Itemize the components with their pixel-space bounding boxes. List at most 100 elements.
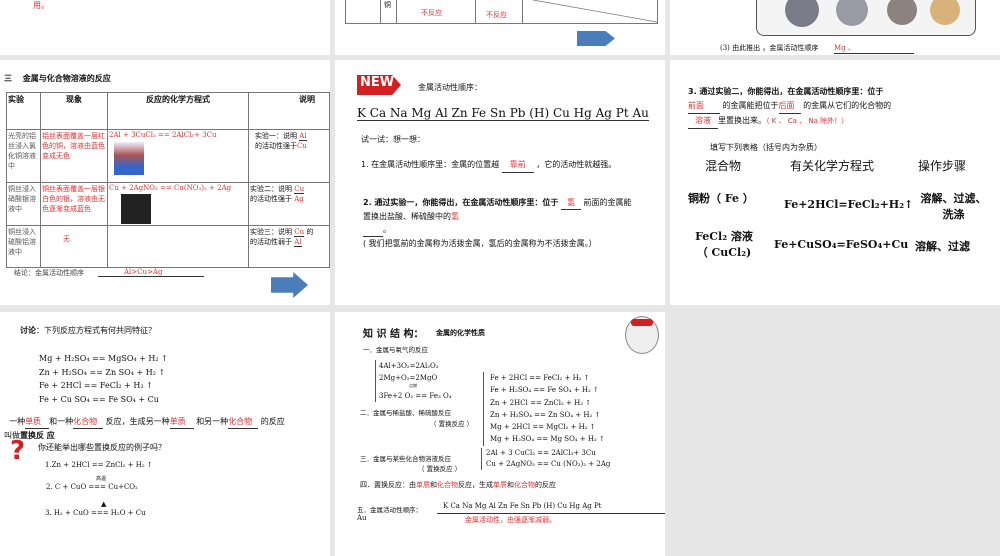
question-text: 里置换出来。 — [718, 116, 766, 125]
slide-top-left[interactable]: 用。 — [0, 0, 330, 55]
series-tail: Au — [357, 514, 367, 522]
slide-top-middle[interactable]: 铜 不反应 不反应 — [335, 0, 665, 55]
answer: Al — [299, 132, 307, 141]
question-1: 1. 在金属活动性顺序里：金属的位置越 靠前 ，它的活动性就越强。 — [361, 158, 631, 173]
table-row: 铜丝浸入硫酸铝溶液中 无 实验三：说明 Cu 的的活动性弱于 Al — [6, 225, 330, 268]
phenomenon-cell: 铜丝表面覆盖一层银白色的银，溶液由无色逐渐变成蓝色 — [40, 182, 108, 226]
header: 反应的化学方程式 — [107, 92, 249, 130]
next-arrow-icon[interactable] — [271, 272, 308, 298]
exception-note: （ K 、 Ca 、 Na 除外！） — [766, 117, 849, 125]
no-react: 不反应 — [421, 9, 442, 17]
equation: Fe + 2HCl == FeCl₂ + H₂ ↑ — [490, 374, 590, 382]
answer: Mg 、 — [834, 43, 914, 54]
equation: Fe + Cu SO₄ == Fe SO₄ + Cu — [39, 394, 159, 404]
answer: Ag — [294, 195, 304, 203]
note-cell: 实验一：说明 Al 的活动性强于Cu — [248, 129, 330, 183]
equation: Fe + H₂SO₄ == Fe SO₄ + H₂ ↑ — [490, 386, 599, 395]
slide-title: 金属活动性顺序： — [418, 83, 482, 92]
slide-activity-series[interactable]: NEW 金属活动性顺序： K Ca Na Mg Al Zn Fe Sn Pb (… — [335, 60, 665, 305]
equation-cell: Cu + 2AgNO₃ == Cu(NO₃)₂ + 2Ag — [107, 182, 249, 226]
section: 三．金属与某些化合物溶液反应 — [360, 455, 451, 463]
discussion-title: 讨论：下列反应方程式有何共同特征？ — [20, 325, 156, 336]
header: 说明 — [248, 92, 330, 130]
phenomenon-cell: 无 — [40, 225, 108, 268]
answer: Al — [294, 238, 302, 247]
cartoon-metals-image — [756, 0, 976, 36]
section-note: （ 置换反应 ） — [418, 465, 462, 473]
equation: Cu + 2AgNO₃ == Cu (NO₃)₂ + 2Ag — [486, 460, 611, 468]
cell-label: 铜 — [384, 1, 391, 9]
note: 实验一：说明 — [255, 132, 297, 140]
equation: Fe + 2HCl == FeCl₂ + H₂ ↑ — [39, 381, 153, 390]
question-text: 2. 通过实验一，你能得出，在金属活动性顺序里：位于 — [363, 198, 559, 207]
slide-subtitle: 金属的化学性质 — [436, 329, 485, 337]
table-title: 填写下列表格（括号内为杂质） — [710, 143, 822, 152]
question-text: 3. 通过实验二，你能得出，在金属活动性顺序里：位于 — [688, 87, 884, 96]
equation: 4Al+3O₂=2Al₂O₃ — [379, 362, 439, 370]
question-text: ，它的活动性就越强。 — [536, 160, 617, 169]
equation: Mg + 2HCl == MgCl₂ + H₂ ↑ — [490, 423, 596, 432]
cell: FeCl₂ 溶液（ CuCl₂) — [695, 230, 753, 259]
note: 的活动性弱于 — [250, 238, 292, 246]
note: 的活动性强于 — [250, 195, 292, 203]
note: 实验三：说明 — [250, 228, 292, 236]
slide-experiment-2[interactable]: 3. 通过实验二，你能得出，在金属活动性顺序里：位于前面 的金属能把位于后面 的… — [670, 60, 1000, 305]
note-cell: 实验二：说明 Cu 的活动性强于 Ag — [248, 182, 330, 226]
equation: 3Fe+2 O₂ == Fe₃ O₄ — [379, 392, 452, 400]
slide-knowledge-structure[interactable]: 知 识 结 构： 金属的化学性质 一．金属与氧气的反应 4Al+3O₂=2Al₂… — [335, 312, 665, 556]
slide-metal-solution[interactable]: 三 金属与化合物溶液的反应 实验 现象 反应的化学方程式 说明 光亮的铝丝浸入氯… — [0, 60, 330, 305]
example: 1.Zn + 2HCl == ZnCl₂ + H₂ ↑ — [45, 461, 153, 469]
header: 混合物 — [705, 159, 742, 173]
salt-equations: 2Al + 3 CuCl₂ == 2AlCl₃+ 3Cu Cu + 2AgNO₃ … — [481, 448, 610, 470]
question-text: 1. 在金属活动性顺序里：金属的位置越 — [361, 160, 500, 169]
equation: Zn + 2HCl == ZnCl₂ + H₂ ↑ — [490, 398, 592, 407]
header: 操作步骤 — [918, 159, 967, 173]
question-2: 2. 通过实验一，你能得出，在金属活动性顺序里：位于 氢 前面的金属能置换出盐酸… — [363, 196, 633, 250]
cell: Fe+2HCl=FeCl₂+H₂↑ — [784, 198, 914, 211]
series-note: 金属活动性，由强逐渐减弱。 — [465, 516, 556, 524]
cell: 溶解、过滤 — [915, 240, 970, 253]
table-row: 铜丝浸入硝酸银溶液中 铜丝表面覆盖一层银白色的银，溶液由无色逐渐变成蓝色 Cu … — [6, 182, 330, 226]
phenomenon-cell: 铝丝表面覆盖一层红色的铜，溶液由蓝色变成无色 — [40, 129, 108, 183]
slide-discussion[interactable]: 讨论：下列反应方程式有何共同特征？ Mg + H₂SO₄ == MgSO₄ + … — [0, 312, 330, 556]
heat-triangle-icon: ▲ — [101, 500, 107, 508]
series-arrow — [437, 513, 665, 514]
answer: 前面 — [688, 99, 720, 114]
section: 二．金属与稀盐酸、稀硫酸反应（ 置换反应 ） — [360, 409, 474, 428]
note: 的 — [306, 228, 314, 236]
equation: Zn + H₂SO₄ == Zn SO₄ + H₂ ↑ — [39, 367, 166, 377]
question-text: 的金属能把位于 — [722, 101, 779, 110]
equation-cell: 2Al + 3CuCl₂ == 2AlCl₃+ 3Cu — [107, 129, 249, 183]
cell: 铜粉（ Fe ） — [688, 192, 754, 205]
activity-series: K Ca Na Mg Al Zn Fe Sn Pb (H) Cu Hg Ag P… — [357, 106, 649, 121]
table-divider — [380, 0, 381, 24]
note-cell: 实验三：说明 Cu 的的活动性弱于 Al — [248, 225, 330, 268]
equation: Mg + H₂SO₄ == Mg SO₄ + H₂ ↑ — [490, 435, 605, 444]
slide-title: 知 识 结 构： — [363, 329, 424, 340]
question-text: 你还能举出哪些置换反应的例子吗？ — [38, 443, 166, 452]
note: 的活动性强于 — [255, 142, 297, 150]
answer: 后面 — [778, 99, 801, 114]
conclusion-text: (3) 由此推出 ，金属活动性顺序 — [720, 44, 819, 52]
equation-list: Mg + H₂SO₄ == MgSO₄ + H₂ ↑ Zn + H₂SO₄ == … — [39, 352, 168, 406]
slide-top-right[interactable]: (3) 由此推出 ，金属活动性顺序 Mg 、 — [670, 0, 1000, 55]
experiment-cell: 铜丝浸入硝酸银溶液中 — [6, 182, 41, 226]
example: 2. C + CuO === Cu+CO₂ — [46, 483, 138, 491]
table-row: 光亮的铝丝浸入氯化铜溶液中 铝丝表面覆盖一层红色的铜，溶液由蓝色变成无色 2Al… — [6, 129, 330, 183]
answer: 氢 — [451, 212, 459, 221]
table-divider — [396, 0, 397, 24]
cartoon-character-image — [625, 316, 659, 354]
conclusion-answer: Al>Cu>Ag — [98, 268, 204, 277]
header: 现象 — [40, 92, 108, 130]
answer: 氢 — [560, 196, 581, 210]
equation: 2Al + 3CuCl₂ == 2AlCl₃+ 3Cu — [109, 131, 217, 139]
conclusion-label: 结论：金属活动性顺序 — [14, 269, 84, 277]
next-arrow-icon[interactable] — [577, 31, 615, 46]
new-badge-icon: NEW — [357, 75, 401, 95]
beaker-image — [114, 142, 144, 175]
slide-title: 三 金属与化合物溶液的反应 — [4, 74, 111, 83]
note: ( 我们把氢前的金属称为活拨金属，氢后的金属称为不活拨金属。） — [363, 239, 597, 248]
question-text: 。 — [383, 225, 391, 234]
question-text: 的金属从它们的化合物的 — [803, 101, 892, 110]
diagonal-line — [532, 0, 658, 23]
